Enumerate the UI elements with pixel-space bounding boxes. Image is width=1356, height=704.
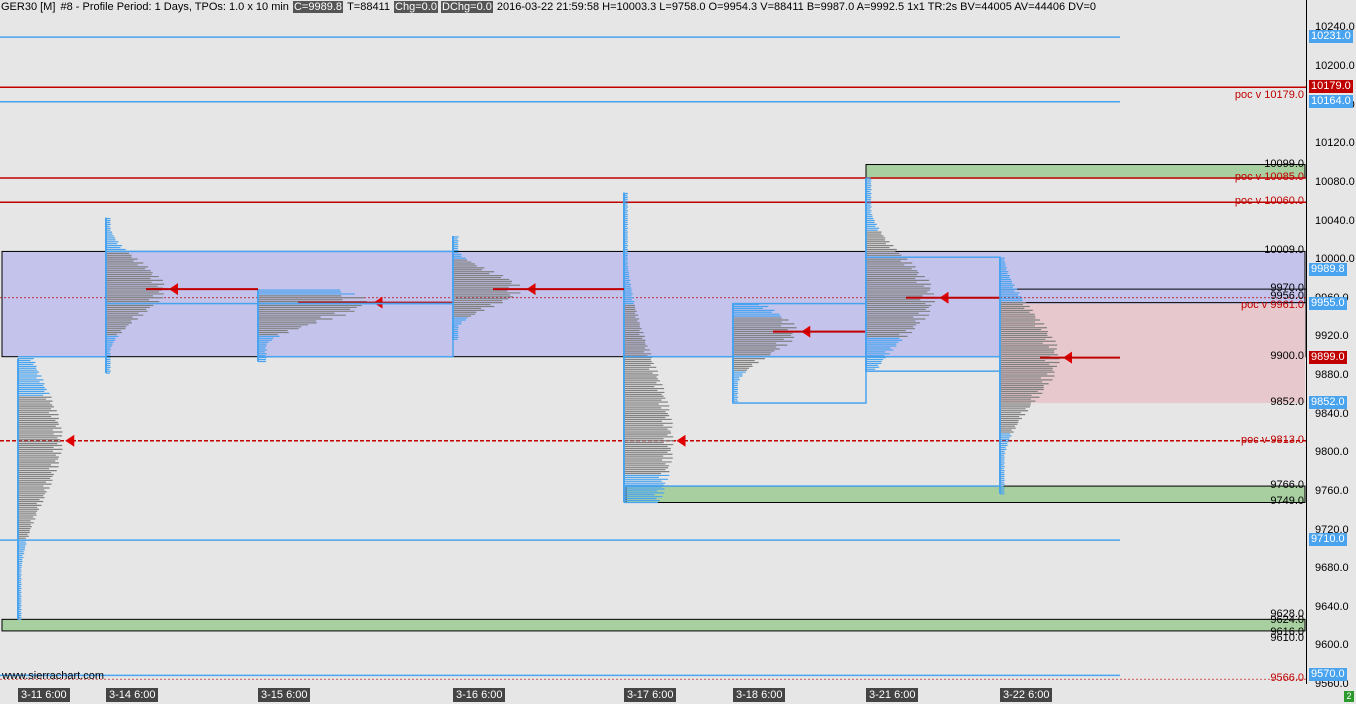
chart-header: GER30 [M] #8 - Profile Period: 1 Days, T… bbox=[0, 0, 1097, 15]
level-label: 9610.0 bbox=[1270, 631, 1304, 644]
range-box bbox=[623, 355, 1001, 487]
price-tick-label: 10080.0 bbox=[1315, 175, 1355, 188]
level-label: 9852.0 bbox=[1270, 396, 1304, 409]
chart-plot[interactable] bbox=[0, 0, 1306, 684]
level-label: 10099.0 bbox=[1264, 157, 1304, 170]
level-label: 10009.0 bbox=[1264, 244, 1304, 257]
price-tick-label: 9840.0 bbox=[1315, 407, 1349, 420]
time-label: 3-16 6:00 bbox=[453, 688, 506, 702]
price-tag: 9852.0 bbox=[1309, 396, 1347, 410]
time-label: 3-11 6:00 bbox=[18, 688, 70, 702]
time-label: 3-21 6:00 bbox=[866, 688, 919, 702]
change-value: Chg=0.0 bbox=[394, 1, 438, 13]
price-tag: 9710.0 bbox=[1309, 533, 1347, 547]
symbol: GER30 [M] bbox=[1, 1, 56, 13]
chart-area[interactable]: GER30 [M] #8 - Profile Period: 1 Days, T… bbox=[0, 0, 1307, 684]
price-tick-label: 9600.0 bbox=[1315, 639, 1349, 652]
price-tick-label: 9800.0 bbox=[1315, 446, 1349, 459]
price-tick-label: 9880.0 bbox=[1315, 369, 1349, 381]
time-label: 3-18 6:00 bbox=[733, 688, 786, 702]
price-tag: 10231.0 bbox=[1309, 30, 1353, 44]
price-tick-label: 10200.0 bbox=[1315, 60, 1355, 72]
level-label: 9900.0 bbox=[1270, 349, 1304, 362]
price-tick-label: 9640.0 bbox=[1315, 600, 1349, 613]
watermark: www.sierrachart.com bbox=[2, 670, 105, 682]
dchange-value: DChg=0.0 bbox=[441, 1, 493, 13]
price-tick-label: 9760.0 bbox=[1315, 484, 1349, 497]
level-label: 9766.0 bbox=[1270, 479, 1304, 492]
time-label: 3-17 6:00 bbox=[624, 688, 677, 702]
price-tag: 10179.0 bbox=[1309, 80, 1353, 94]
level-label: poc v 9961.0 bbox=[1241, 299, 1304, 312]
level-label: 9566.0 bbox=[1270, 672, 1304, 685]
trades-value: T=88411 bbox=[347, 1, 390, 13]
price-tick-label: 10120.0 bbox=[1315, 137, 1355, 150]
time-label: 3-22 6:00 bbox=[1000, 688, 1053, 702]
price-tag: 10164.0 bbox=[1309, 94, 1353, 108]
close-value: C=9989.8 bbox=[292, 1, 343, 13]
level-label: poc v 10179.0 bbox=[1234, 88, 1304, 101]
price-tick-label: 10040.0 bbox=[1315, 214, 1355, 227]
level-label: poc v 9813.0 bbox=[1241, 433, 1304, 446]
time-label: 3-14 6:00 bbox=[106, 688, 159, 702]
bar-stats: 2016-03-22 21:59:58 H=10003.3 L=9758.0 O… bbox=[496, 1, 1097, 13]
green-zone-mid bbox=[625, 485, 1306, 503]
level-label: poc v 10085.0 bbox=[1234, 171, 1304, 184]
chart-description: #8 - Profile Period: 1 Days, TPOs: 1.0 x… bbox=[60, 1, 289, 13]
time-label: 3-15 6:00 bbox=[258, 688, 311, 702]
level-label: poc v 10060.0 bbox=[1234, 195, 1304, 208]
price-tick-label: 9680.0 bbox=[1315, 562, 1349, 575]
price-tag: 9570.0 bbox=[1309, 668, 1347, 682]
level-label: 9624.0 bbox=[1270, 614, 1304, 627]
level-label: 9749.0 bbox=[1270, 495, 1304, 508]
time-axis[interactable]: 3-11 6:00 3-14 6:00 3-15 6:00 3-16 6:00 3-17… bbox=[0, 685, 1306, 704]
status-indicator: 2 bbox=[1344, 691, 1354, 702]
green-zone-bottom bbox=[1, 618, 1306, 632]
poc-marker bbox=[65, 434, 75, 447]
price-axis[interactable]: 10240.010200.010160.010120.010080.010040… bbox=[1307, 0, 1356, 690]
price-tag: 9899.0 bbox=[1309, 350, 1347, 364]
poc-marker bbox=[676, 434, 686, 447]
price-tick-label: 9920.0 bbox=[1315, 330, 1349, 343]
price-tag: 9989.8 bbox=[1309, 262, 1347, 276]
price-tag: 9955.0 bbox=[1309, 296, 1347, 310]
